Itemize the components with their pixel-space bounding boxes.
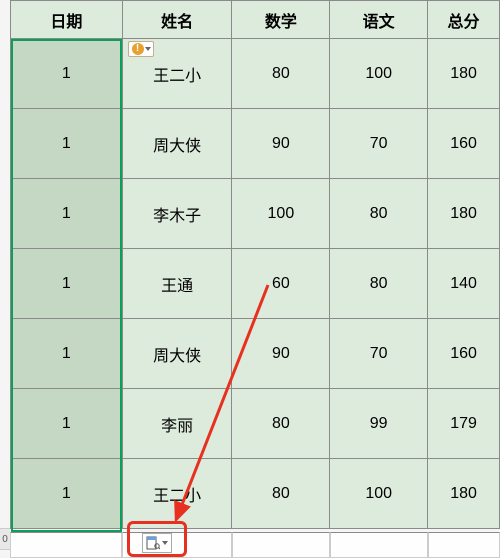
- cell-math[interactable]: 80: [232, 39, 330, 109]
- cell-total[interactable]: 140: [428, 249, 500, 319]
- cell-chinese[interactable]: 80: [330, 179, 428, 249]
- cell-chinese[interactable]: 70: [330, 109, 428, 179]
- cell-total[interactable]: 180: [428, 459, 500, 529]
- cell-date[interactable]: 1: [11, 109, 123, 179]
- table-row: 1 王二小 80 100 180: [11, 39, 500, 109]
- cell-math[interactable]: 90: [232, 319, 330, 389]
- empty-cell[interactable]: [330, 532, 428, 558]
- cell-math[interactable]: 90: [232, 109, 330, 179]
- cell-date[interactable]: 1: [11, 249, 123, 319]
- cell-total[interactable]: 180: [428, 179, 500, 249]
- paste-options-icon: [146, 536, 160, 550]
- cell-name[interactable]: 王通: [122, 249, 232, 319]
- header-chinese[interactable]: 语文: [330, 1, 428, 39]
- cell-date[interactable]: 1: [11, 389, 123, 459]
- table-row: 1 周大侠 90 70 160: [11, 109, 500, 179]
- header-name[interactable]: 姓名: [122, 1, 232, 39]
- header-date[interactable]: 日期: [11, 1, 123, 39]
- warning-icon: !: [132, 43, 144, 55]
- header-total[interactable]: 总分: [428, 1, 500, 39]
- cell-total[interactable]: 180: [428, 39, 500, 109]
- cell-chinese[interactable]: 99: [330, 389, 428, 459]
- cell-math[interactable]: 80: [232, 459, 330, 529]
- empty-cell[interactable]: [122, 532, 232, 558]
- cell-date[interactable]: 1: [11, 39, 123, 109]
- row-header-stub[interactable]: 0: [0, 528, 10, 550]
- cell-date[interactable]: 1: [11, 319, 123, 389]
- cell-math[interactable]: 60: [232, 249, 330, 319]
- empty-cell[interactable]: [10, 532, 122, 558]
- cell-math[interactable]: 80: [232, 389, 330, 459]
- cell-name[interactable]: 王二小: [122, 459, 232, 529]
- empty-cell[interactable]: [232, 532, 330, 558]
- table-row: 1 周大侠 90 70 160: [11, 319, 500, 389]
- table-row: 1 李丽 80 99 179: [11, 389, 500, 459]
- cell-chinese[interactable]: 100: [330, 459, 428, 529]
- cell-name[interactable]: 周大侠: [122, 319, 232, 389]
- cell-math[interactable]: 100: [232, 179, 330, 249]
- cell-name[interactable]: 李木子: [122, 179, 232, 249]
- cell-chinese[interactable]: 80: [330, 249, 428, 319]
- paste-options-button[interactable]: [142, 533, 172, 553]
- error-smart-tag[interactable]: !: [128, 41, 154, 57]
- header-math[interactable]: 数学: [232, 1, 330, 39]
- cell-total[interactable]: 160: [428, 319, 500, 389]
- empty-row: [10, 532, 500, 558]
- table-row: 1 王通 60 80 140: [11, 249, 500, 319]
- table-row: 1 王二小 80 100 180: [11, 459, 500, 529]
- spreadsheet-table[interactable]: 日期 姓名 数学 语文 总分 1 王二小 80 100 180 1 周大侠 90…: [10, 0, 500, 529]
- cell-name[interactable]: 李丽: [122, 389, 232, 459]
- empty-cell[interactable]: [428, 532, 500, 558]
- header-row: 日期 姓名 数学 语文 总分: [11, 1, 500, 39]
- cell-total[interactable]: 179: [428, 389, 500, 459]
- chevron-down-icon: [162, 541, 168, 545]
- cell-name[interactable]: 周大侠: [122, 109, 232, 179]
- cell-chinese[interactable]: 70: [330, 319, 428, 389]
- cell-date[interactable]: 1: [11, 459, 123, 529]
- cell-chinese[interactable]: 100: [330, 39, 428, 109]
- cell-total[interactable]: 160: [428, 109, 500, 179]
- chevron-down-icon: [145, 47, 151, 51]
- table-row: 1 李木子 100 80 180: [11, 179, 500, 249]
- cell-date[interactable]: 1: [11, 179, 123, 249]
